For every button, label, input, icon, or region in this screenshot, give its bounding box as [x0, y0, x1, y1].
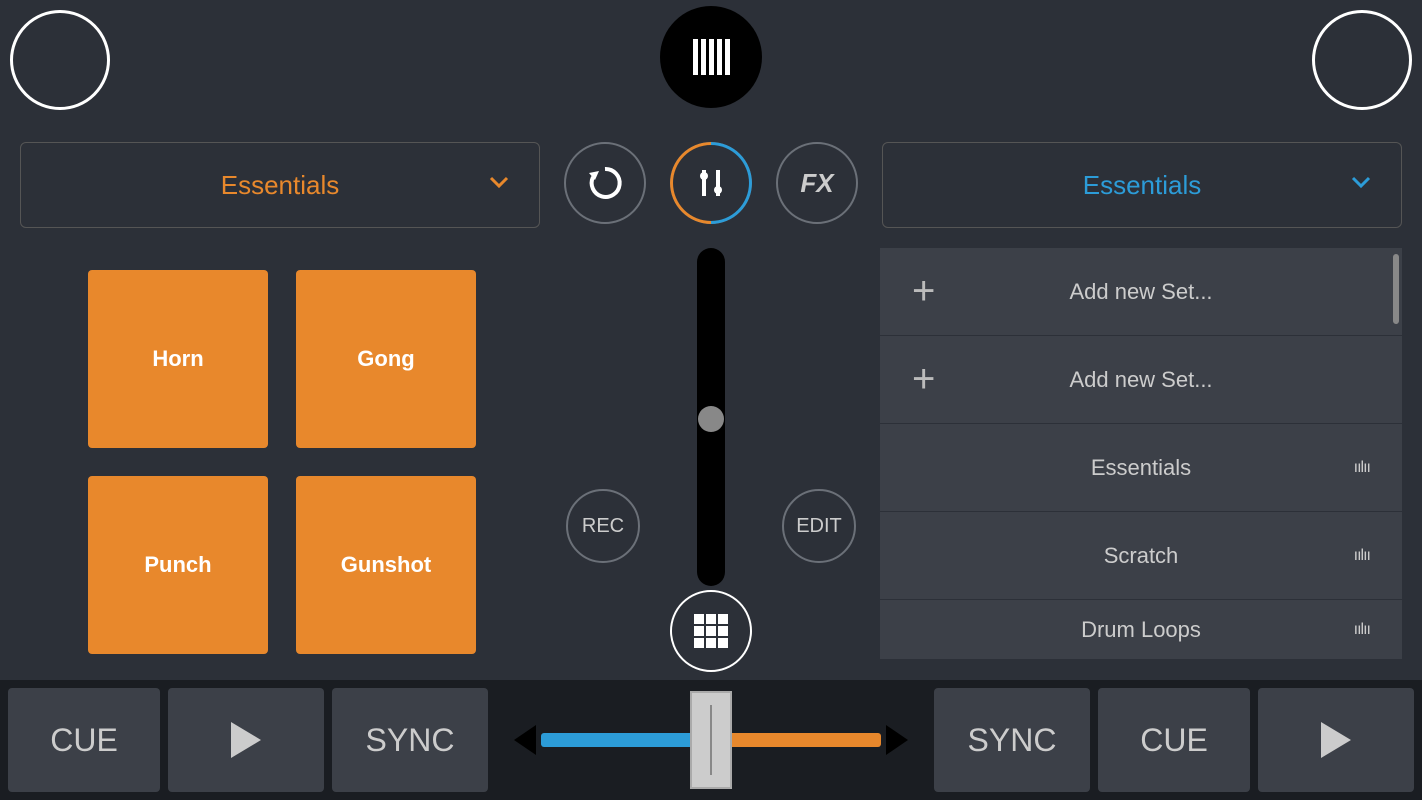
deck-b-sync-button[interactable]: SYNC	[934, 688, 1090, 792]
crossfader[interactable]	[496, 688, 926, 792]
play-icon	[1321, 722, 1351, 758]
mixer-mode-button[interactable]	[670, 142, 752, 224]
bottom-transport-bar: CUE SYNC SYNC CUE	[0, 680, 1422, 800]
grid-icon	[694, 614, 728, 648]
center-slider-area: REC EDIT	[606, 248, 816, 678]
deck-a-sampler-dropdown[interactable]: Essentials	[20, 142, 540, 228]
main-area: Essentials Essentials FX	[0, 118, 1422, 678]
fx-label: FX	[800, 168, 833, 199]
menu-set-drum-loops[interactable]: Drum Loops ıılıı	[880, 600, 1402, 660]
deck-a-sync-button[interactable]: SYNC	[332, 688, 488, 792]
menu-set-scratch[interactable]: Scratch ıılıı	[880, 512, 1402, 600]
center-mode-controls: FX	[564, 142, 858, 224]
crossfader-handle[interactable]	[690, 691, 732, 789]
deck-b-sampler-label: Essentials	[1083, 170, 1202, 201]
sampler-grid-button[interactable]	[670, 590, 752, 672]
deck-a-pads: Horn Gong Punch Gunshot	[88, 270, 476, 654]
library-icon	[693, 39, 730, 75]
library-button[interactable]	[660, 6, 762, 108]
loop-icon	[585, 163, 625, 203]
play-icon	[231, 722, 261, 758]
deck-b-sampler-dropdown[interactable]: Essentials	[882, 142, 1402, 228]
loop-mode-button[interactable]	[564, 142, 646, 224]
waveform-icon: ıılıı	[1354, 621, 1370, 639]
menu-add-new-set[interactable]: + Add new Set...	[880, 336, 1402, 424]
plus-icon: +	[912, 269, 935, 314]
crossfader-track[interactable]	[541, 733, 881, 747]
waveform-icon: ıılıı	[1354, 459, 1370, 477]
mixer-icon	[692, 164, 730, 202]
pad-horn[interactable]: Horn	[88, 270, 268, 448]
deck-b-jog-wheel[interactable]	[1312, 10, 1412, 110]
pad-gunshot[interactable]: Gunshot	[296, 476, 476, 654]
rec-button[interactable]: REC	[566, 489, 640, 563]
pitch-slider-track[interactable]	[697, 248, 725, 586]
fx-mode-button[interactable]: FX	[776, 142, 858, 224]
plus-icon: +	[912, 357, 935, 402]
deck-b-cue-button[interactable]: CUE	[1098, 688, 1250, 792]
waveform-icon: ıılıı	[1354, 547, 1370, 565]
deck-b-sampler-menu[interactable]: + Add new Set... + Add new Set... Essent…	[880, 248, 1402, 660]
pitch-slider-thumb[interactable]	[698, 406, 724, 432]
menu-add-new-set[interactable]: + Add new Set...	[880, 248, 1402, 336]
deck-a-play-button[interactable]	[168, 688, 324, 792]
deck-a-sampler-label: Essentials	[221, 170, 340, 201]
chevron-down-icon	[1349, 170, 1373, 201]
deck-a-jog-wheel[interactable]	[10, 10, 110, 110]
chevron-down-icon	[487, 170, 511, 201]
crossfader-arrow-left-icon	[514, 725, 536, 755]
pad-punch[interactable]: Punch	[88, 476, 268, 654]
crossfader-arrow-right-icon	[886, 725, 908, 755]
top-bar	[0, 0, 1422, 118]
pad-gong[interactable]: Gong	[296, 270, 476, 448]
deck-a-cue-button[interactable]: CUE	[8, 688, 160, 792]
menu-set-essentials[interactable]: Essentials ıılıı	[880, 424, 1402, 512]
deck-b-play-button[interactable]	[1258, 688, 1414, 792]
edit-button[interactable]: EDIT	[782, 489, 856, 563]
